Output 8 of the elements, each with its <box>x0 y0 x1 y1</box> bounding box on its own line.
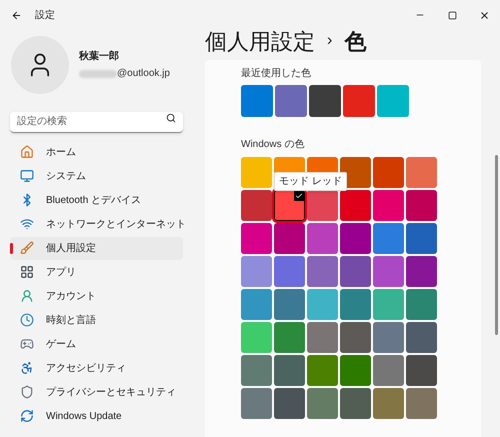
page-title: 色 <box>344 28 366 56</box>
user-name: 秋葉一郎 <box>79 49 120 64</box>
tooltip: モッド レッド <box>274 172 347 191</box>
window-title: 設定 <box>35 8 55 22</box>
section-title: 最近使用した色 <box>241 66 311 81</box>
user-email: @outlook.jp <box>117 67 170 81</box>
section-title: Windows の色 <box>241 138 304 152</box>
breadcrumb-separator: › <box>327 31 332 51</box>
